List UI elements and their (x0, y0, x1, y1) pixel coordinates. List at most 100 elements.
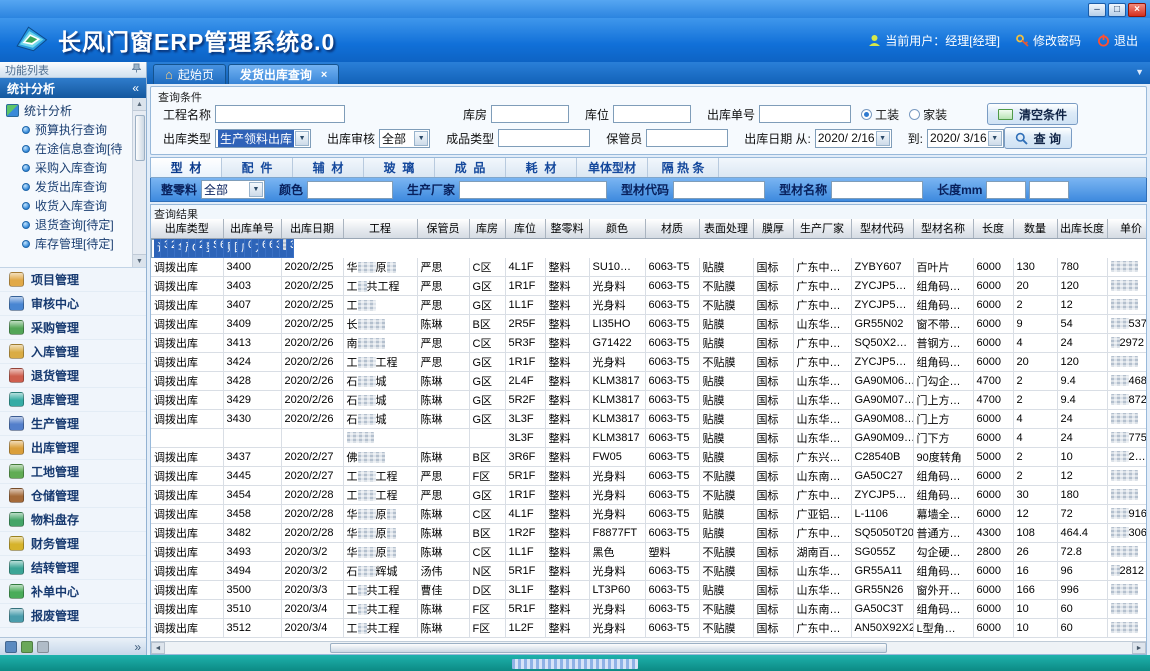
column-header[interactable]: 出库日期 (281, 219, 343, 238)
minimize-button[interactable]: – (1088, 3, 1106, 17)
collapse-icon[interactable]: « (132, 81, 139, 95)
column-header[interactable]: 出库单号 (223, 219, 281, 238)
tree-item[interactable]: 在途信息查询[待 (6, 139, 130, 158)
sidebar-item-补单中心[interactable]: 补单中心 (0, 580, 146, 604)
scroll-left-icon[interactable]: ◄ (151, 642, 165, 654)
tab-发货出库查询[interactable]: 发货出库查询× (228, 64, 339, 84)
clear-conditions-button[interactable]: 清空条件 (987, 103, 1078, 125)
table-row[interactable]: 调拨出库33992020/2/25华原严思C区2L1F整料SV10…6063-T… (151, 239, 223, 258)
material-type-tab[interactable]: 配 件 (222, 158, 293, 177)
column-header[interactable]: 颜色 (589, 219, 645, 238)
change-password-link[interactable]: 修改密码 (1016, 32, 1081, 49)
logout-button[interactable]: 退出 (1097, 32, 1138, 49)
material-type-tab[interactable]: 型 材 (151, 158, 222, 177)
tab-起始页[interactable]: ⌂起始页 (153, 64, 226, 84)
keeper-input[interactable] (646, 129, 728, 147)
close-button[interactable]: × (1128, 3, 1146, 17)
sidebar-item-入库管理[interactable]: 入库管理 (0, 340, 146, 364)
column-header[interactable]: 表面处理 (699, 219, 753, 238)
color-input[interactable] (307, 181, 393, 199)
pin-icon[interactable] (132, 63, 141, 76)
date-from-select[interactable]: 2020/ 2/16 ▼ (815, 129, 892, 148)
table-row[interactable]: 调拨出库34292020/2/26石城陈琳G区5R2F整料KLM38176063… (151, 391, 1146, 410)
column-header[interactable]: 库位 (505, 219, 545, 238)
search-button[interactable]: 查 询 (1004, 127, 1072, 149)
chevron-down-icon[interactable]: ▼ (876, 131, 890, 146)
expand-icon[interactable]: » (134, 640, 141, 654)
table-row[interactable]: 3L3F整料KLM38176063-T5贴膜国标山东华…GA90M09…门下方6… (151, 429, 1146, 448)
table-row[interactable]: 调拨出库34132020/2/26南严思C区5R3F整料G714226063-T… (151, 334, 1146, 353)
form-icon[interactable] (21, 641, 33, 653)
length-max-input[interactable] (1029, 181, 1069, 199)
sidebar-item-出库管理[interactable]: 出库管理 (0, 436, 146, 460)
tree-item[interactable]: 预算执行查询 (6, 120, 130, 139)
radio-home[interactable] (909, 109, 920, 120)
column-header[interactable]: 型材名称 (913, 219, 973, 238)
scrollbar-thumb[interactable] (135, 115, 145, 161)
manufacturer-input[interactable] (459, 181, 607, 199)
column-header[interactable]: 膜厚 (753, 219, 793, 238)
table-row[interactable]: 调拨出库34072020/2/25工严思G区1L1F整料光身料6063-T5不贴… (151, 296, 1146, 315)
sidebar-section-statistics[interactable]: 统计分析 « (0, 78, 146, 98)
material-type-tab[interactable]: 玻 璃 (364, 158, 435, 177)
whole-piece-select[interactable]: 全部 ▼ (201, 180, 265, 199)
sidebar-item-审核中心[interactable]: 审核中心 (0, 292, 146, 316)
project-name-input[interactable] (215, 105, 345, 123)
material-type-tab[interactable]: 单体型材 (577, 158, 648, 177)
sidebar-item-项目管理[interactable]: 项目管理 (0, 268, 146, 292)
column-header[interactable]: 出库类型 (151, 219, 223, 238)
table-row[interactable]: 调拨出库34942020/3/2石辉城汤伟N区5R1F整料光身料6063-T5不… (151, 562, 1146, 581)
tree-item[interactable]: 收货入库查询 (6, 196, 130, 215)
tree-item[interactable]: 发货出库查询 (6, 177, 130, 196)
sidebar-item-生产管理[interactable]: 生产管理 (0, 412, 146, 436)
table-row[interactable]: 调拨出库34582020/2/28华原陈琳C区4L1F整料光身料6063-T5贴… (151, 505, 1146, 524)
sidebar-item-退货管理[interactable]: 退货管理 (0, 364, 146, 388)
sidebar-item-采购管理[interactable]: 采购管理 (0, 316, 146, 340)
chevron-down-icon[interactable]: ▼ (1135, 67, 1144, 77)
tree-item[interactable]: 退货查询[待定] (6, 215, 130, 234)
location-input[interactable] (613, 105, 691, 123)
table-row[interactable]: 调拨出库35122020/3/4工共工程陈琳F区1L2F整料光身料6063-T5… (151, 619, 1146, 638)
sidebar-item-退库管理[interactable]: 退库管理 (0, 388, 146, 412)
scroll-up-icon[interactable]: ▲ (133, 98, 146, 111)
audit-select[interactable]: 全部 ▼ (379, 129, 430, 148)
length-min-input[interactable] (986, 181, 1026, 199)
table-row[interactable]: 调拨出库34822020/2/28华原陈琳B区1R2F整料F8877FT6063… (151, 524, 1146, 543)
horizontal-scrollbar[interactable]: ◄ ► (151, 641, 1146, 654)
table-row[interactable]: 调拨出库34002020/2/25华原严思C区4L1F整料SU10…6063-T… (151, 258, 1146, 277)
sidebar-item-报废管理[interactable]: 报废管理 (0, 604, 146, 628)
material-type-tab[interactable]: 隔 热 条 (648, 158, 719, 177)
chevron-down-icon[interactable]: ▼ (295, 131, 309, 146)
table-row[interactable]: 调拨出库35002020/3/3工共工程曹佳D区3L1F整料LT3P606063… (151, 581, 1146, 600)
tree-scrollbar[interactable]: ▲ ▼ (132, 98, 146, 267)
material-type-tab[interactable]: 耗 材 (506, 158, 577, 177)
date-to-select[interactable]: 2020/ 3/16 ▼ (927, 129, 1004, 148)
order-no-input[interactable] (759, 105, 851, 123)
sidebar-item-工地管理[interactable]: 工地管理 (0, 460, 146, 484)
table-row[interactable]: 调拨出库34542020/2/28工工程严思G区1R1F整料光身料6063-T5… (151, 486, 1146, 505)
list-icon[interactable] (37, 641, 49, 653)
table-row[interactable]: 调拨出库34932020/3/2华原陈琳C区1L1F整料黑色塑料不贴膜国标湖南百… (151, 543, 1146, 562)
chevron-down-icon[interactable]: ▼ (988, 131, 1002, 146)
column-header[interactable]: 数量 (1013, 219, 1057, 238)
column-header[interactable]: 出库长度 (1057, 219, 1107, 238)
column-header[interactable]: 保管员 (417, 219, 469, 238)
scroll-right-icon[interactable]: ► (1132, 642, 1146, 654)
column-header[interactable]: 生产厂家 (793, 219, 851, 238)
outbound-type-select[interactable]: 生产领料出库 ▼ (215, 129, 311, 148)
sidebar-item-物料盘存[interactable]: 物料盘存 (0, 508, 146, 532)
sidebar-item-财务管理[interactable]: 财务管理 (0, 532, 146, 556)
table-row[interactable]: 调拨出库34452020/2/27工工程严思F区5R1F整料光身料6063-T5… (151, 467, 1146, 486)
table-row[interactable]: 调拨出库34372020/2/27佛陈琳B区3R6F整料FW056063-T5贴… (151, 448, 1146, 467)
column-header[interactable]: 材质 (645, 219, 699, 238)
column-header[interactable]: 型材代码 (851, 219, 913, 238)
warehouse-input[interactable] (491, 105, 569, 123)
profile-code-input[interactable] (673, 181, 765, 199)
column-header[interactable]: 整零料 (545, 219, 589, 238)
panel-icon[interactable] (5, 641, 17, 653)
table-row[interactable]: 调拨出库34242020/2/26工工程严思G区1R1F整料光身料6063-T5… (151, 353, 1146, 372)
close-icon[interactable]: × (321, 69, 327, 81)
sidebar-item-结转管理[interactable]: 结转管理 (0, 556, 146, 580)
material-type-tab[interactable]: 成 品 (435, 158, 506, 177)
profile-name-input[interactable] (831, 181, 923, 199)
